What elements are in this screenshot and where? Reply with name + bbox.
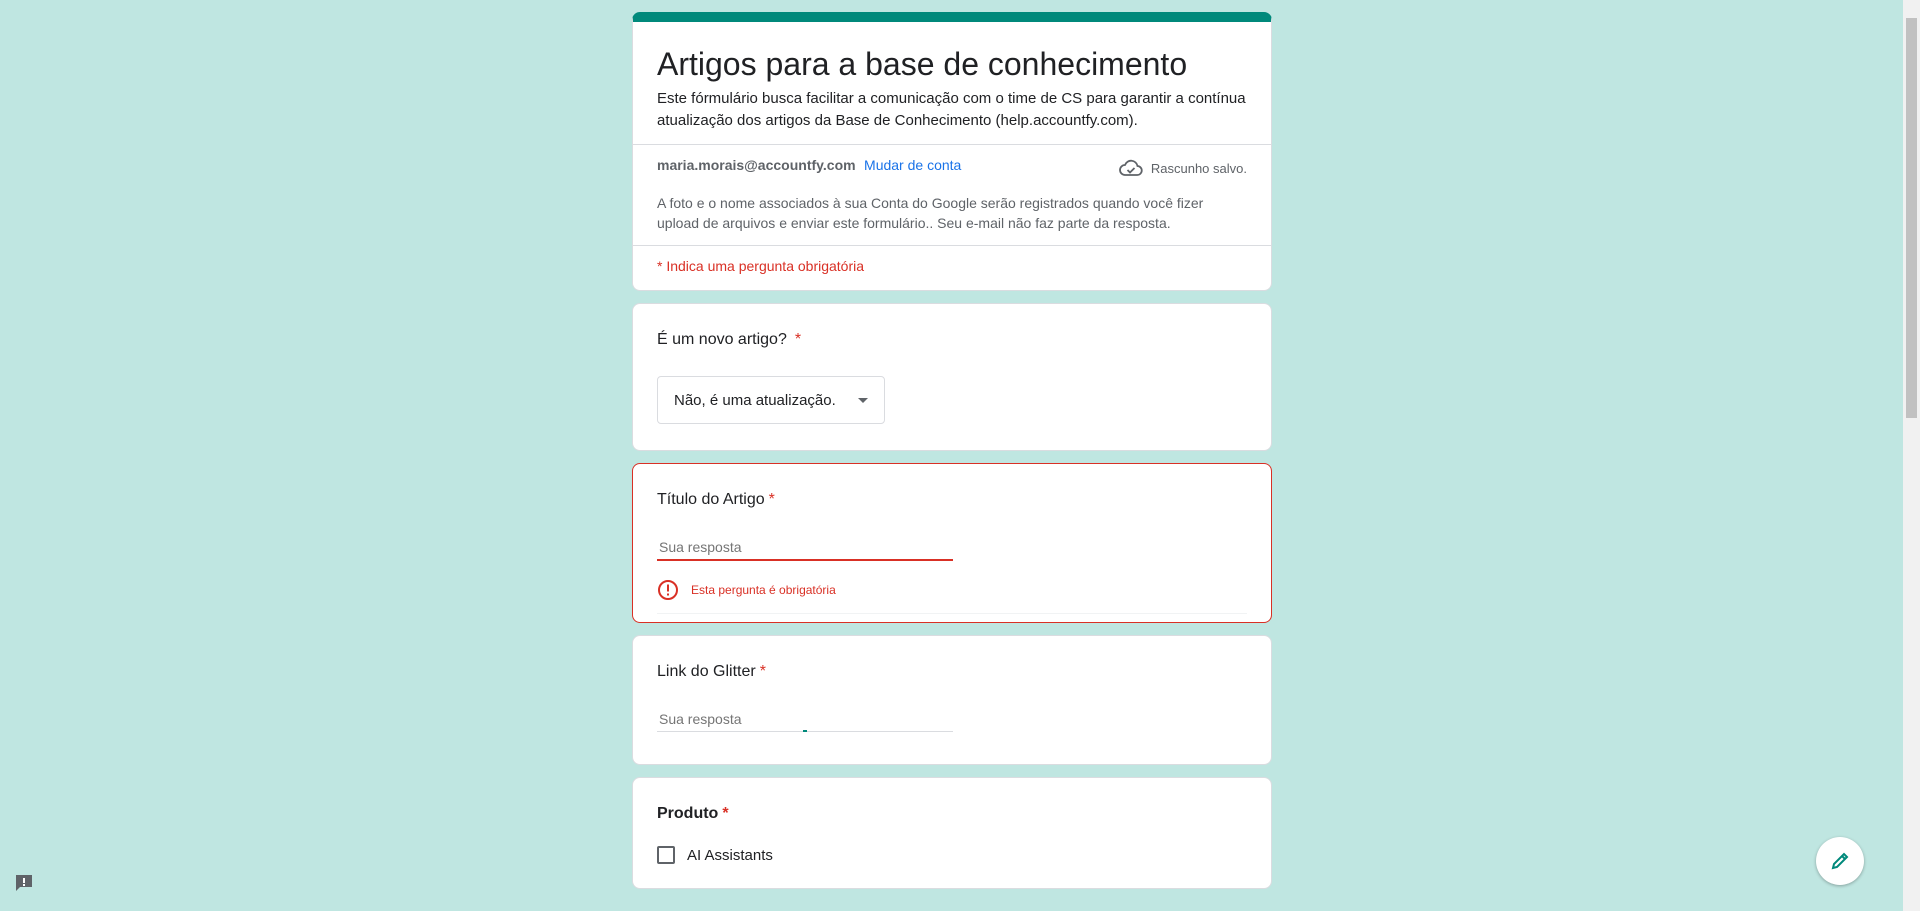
form-header-card: Artigos para a base de conhecimento Este…: [632, 12, 1272, 291]
error-message: Esta pergunta é obrigatória: [657, 579, 1247, 601]
question-title: É um novo artigo? *: [657, 328, 1247, 352]
question-title-text: Produto: [657, 805, 719, 822]
form-description: Este fórmulário busca facilitar a comuni…: [657, 90, 1246, 129]
question-title-text: Título do Artigo: [657, 491, 765, 508]
question-title-text: Link do Glitter: [657, 663, 756, 680]
input-underline: [657, 730, 953, 732]
question-product: Produto * AI Assistants: [632, 777, 1272, 889]
account-row: maria.morais@accountfy.com Mudar de cont…: [633, 144, 1271, 177]
draft-status: Rascunho salvo.: [1119, 159, 1247, 177]
question-glitter-link: Link do Glitter *: [632, 635, 1272, 765]
draft-status-text: Rascunho salvo.: [1150, 160, 1247, 176]
required-star: *: [759, 663, 766, 680]
switch-account-link[interactable]: Mudar de conta: [864, 157, 961, 173]
question-article-title: Título do Artigo* Esta pergunta é obriga…: [632, 463, 1272, 623]
option-label: AI Assistants: [687, 846, 773, 864]
form-title: Artigos para a base de conhecimento: [657, 46, 1188, 82]
required-star: *: [722, 805, 729, 822]
account-email: maria.morais@accountfy.com: [657, 157, 856, 173]
new-article-dropdown[interactable]: Não, é uma atualização.: [657, 376, 885, 424]
error-text: Esta pergunta é obrigatória: [691, 583, 836, 597]
error-circle-icon: [658, 580, 678, 600]
question-new-article: É um novo artigo? * Não, é uma atualizaçã…: [632, 303, 1272, 451]
glitter-link-input[interactable]: [657, 710, 957, 731]
checkbox[interactable]: [657, 846, 675, 864]
question-title: Título do Artigo *: [657, 488, 1247, 512]
cloud-check-icon: [1119, 159, 1143, 176]
account-notice: A foto e o nome associados à sua Conta d…: [657, 195, 1204, 231]
question-title-text: É um novo artigo?: [657, 331, 787, 348]
divider: [657, 613, 1247, 614]
chevron-down-icon: [858, 397, 868, 403]
edit-fab-button[interactable]: [1816, 837, 1864, 885]
form-container: Artigos para a base de conhecimento Este…: [632, 12, 1272, 901]
feedback-icon[interactable]: [14, 873, 34, 898]
question-title: Produto *: [657, 802, 1247, 826]
vertical-scrollbar[interactable]: [1903, 0, 1920, 911]
scrollbar-thumb[interactable]: [1906, 18, 1917, 418]
product-option-ai-assistants[interactable]: AI Assistants: [657, 846, 1247, 864]
required-note: * Indica uma pergunta obrigatória: [633, 245, 1271, 290]
dropdown-selected-value: Não, é uma atualização.: [674, 391, 836, 409]
input-underline: [657, 559, 953, 561]
pencil-icon: [1831, 852, 1849, 870]
question-title: Link do Glitter *: [657, 660, 1247, 684]
article-title-input[interactable]: [657, 538, 957, 559]
focus-indicator: [803, 730, 807, 732]
required-star: *: [768, 491, 775, 508]
required-star: *: [794, 331, 802, 348]
